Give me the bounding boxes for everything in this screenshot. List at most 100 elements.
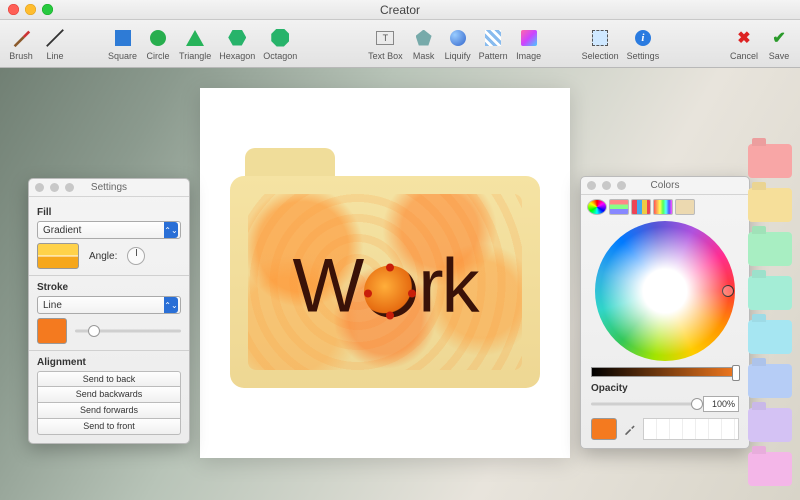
folder-swatch-magenta[interactable]	[748, 452, 792, 486]
textbox-tool[interactable]: T Text Box	[368, 27, 403, 61]
image-tool-label: Image	[516, 51, 541, 61]
fill-section-label: Fill	[37, 207, 181, 218]
color-wheel-cursor[interactable]	[722, 285, 734, 297]
workspace: Wrk Settings Fill Gradient ⌃⌄	[0, 68, 800, 500]
send-to-front-button[interactable]: Send to front	[37, 419, 181, 435]
save-icon: ✔	[771, 30, 787, 46]
angle-knob[interactable]	[127, 247, 145, 265]
color-wheel-tab[interactable]	[587, 199, 607, 215]
cancel-button[interactable]: ✖ Cancel	[730, 27, 758, 61]
folder-swatch-pink[interactable]	[748, 144, 792, 178]
alignment-section-label: Alignment	[37, 357, 181, 368]
send-backwards-button[interactable]: Send backwards	[37, 387, 181, 403]
settings-tool[interactable]: i Settings	[627, 27, 660, 61]
liquify-icon	[450, 30, 466, 46]
triangle-tool[interactable]: Triangle	[179, 27, 211, 61]
folder-body: Wrk	[230, 176, 540, 388]
selection-tool-label: Selection	[582, 51, 619, 61]
main-toolbar: Brush Line Square Circle Triangle Hexago…	[0, 20, 800, 68]
fill-mode-select[interactable]: Gradient ⌃⌄	[37, 221, 181, 239]
hexagon-tool[interactable]: Hexagon	[219, 27, 255, 61]
colors-panel-titlebar[interactable]: Colors	[581, 177, 749, 195]
colors-panel[interactable]: Colors Opacity 100%	[580, 176, 750, 449]
textbox-tool-label: Text Box	[368, 51, 403, 61]
brush-icon	[10, 27, 32, 49]
settings-panel[interactable]: Settings Fill Gradient ⌃⌄ Angle: Stroke …	[28, 178, 190, 444]
liquify-tool[interactable]: Liquify	[445, 27, 471, 61]
slider-track	[591, 403, 697, 406]
brush-tool-label: Brush	[9, 51, 33, 61]
folder-text-prefix: W	[292, 244, 362, 329]
octagon-icon	[271, 29, 289, 47]
opacity-slider[interactable]	[591, 397, 697, 411]
square-tool-label: Square	[108, 51, 137, 61]
eyedropper-icon[interactable]	[623, 422, 637, 436]
settings-panel-title: Settings	[29, 182, 189, 193]
canvas[interactable]: Wrk	[200, 88, 570, 458]
pattern-tool[interactable]: Pattern	[479, 27, 508, 61]
color-crayons-tab[interactable]	[675, 199, 695, 215]
folder-swatch-teal[interactable]	[748, 276, 792, 310]
folder-text-suffix: rk	[418, 244, 477, 329]
stroke-mode-select[interactable]: Line ⌃⌄	[37, 296, 181, 314]
octagon-tool[interactable]: Octagon	[263, 27, 297, 61]
stroke-mode-value: Line	[43, 300, 62, 311]
color-wheel[interactable]	[595, 221, 735, 361]
save-button[interactable]: ✔ Save	[766, 27, 792, 61]
fill-mode-value: Gradient	[43, 225, 81, 236]
colors-panel-title: Colors	[581, 180, 749, 191]
circle-icon	[150, 30, 166, 46]
liquify-tool-label: Liquify	[445, 51, 471, 61]
brightness-slider[interactable]	[591, 367, 739, 377]
folder-text-o-ornament	[364, 266, 416, 318]
folder-color-swatches	[748, 144, 792, 486]
folder-swatch-yellow[interactable]	[748, 188, 792, 222]
folder-artwork[interactable]: Wrk	[230, 148, 540, 388]
chevron-updown-icon: ⌃⌄	[164, 222, 178, 238]
square-icon	[115, 30, 131, 46]
info-icon: i	[635, 30, 651, 46]
textbox-icon: T	[376, 31, 394, 45]
pattern-tool-label: Pattern	[479, 51, 508, 61]
opacity-field[interactable]: 100%	[703, 396, 739, 412]
folder-swatch-purple[interactable]	[748, 408, 792, 442]
square-tool[interactable]: Square	[108, 27, 137, 61]
stroke-color-swatch[interactable]	[37, 318, 67, 344]
folder-swatch-green[interactable]	[748, 232, 792, 266]
gradient-swatch[interactable]	[37, 243, 79, 269]
color-palette-tab[interactable]	[631, 199, 651, 215]
color-sliders-tab[interactable]	[609, 199, 629, 215]
selection-icon	[592, 30, 608, 46]
color-spectrum-tab[interactable]	[653, 199, 673, 215]
mask-tool[interactable]: Mask	[411, 27, 437, 61]
folder-text[interactable]: Wrk	[230, 243, 540, 330]
folder-swatch-blue[interactable]	[748, 364, 792, 398]
hexagon-tool-label: Hexagon	[219, 51, 255, 61]
folder-swatch-cyan[interactable]	[748, 320, 792, 354]
current-color-swatch[interactable]	[591, 418, 617, 440]
brush-tool[interactable]: Brush	[8, 27, 34, 61]
image-tool[interactable]: Image	[516, 27, 542, 61]
color-wells[interactable]	[643, 418, 739, 440]
cancel-button-label: Cancel	[730, 51, 758, 61]
circle-tool[interactable]: Circle	[145, 27, 171, 61]
brightness-slider-thumb[interactable]	[732, 365, 740, 381]
line-tool-label: Line	[46, 51, 63, 61]
line-tool[interactable]: Line	[42, 27, 68, 61]
save-button-label: Save	[769, 51, 790, 61]
window-title: Creator	[0, 3, 800, 17]
angle-label: Angle:	[89, 251, 117, 262]
slider-thumb[interactable]	[691, 398, 703, 410]
line-icon	[44, 27, 66, 49]
circle-tool-label: Circle	[147, 51, 170, 61]
settings-panel-titlebar[interactable]: Settings	[29, 179, 189, 197]
send-forwards-button[interactable]: Send forwards	[37, 403, 181, 419]
stroke-section-label: Stroke	[37, 282, 181, 293]
pattern-icon	[485, 30, 501, 46]
stroke-width-slider[interactable]	[75, 324, 181, 338]
window-titlebar: Creator	[0, 0, 800, 20]
selection-tool[interactable]: Selection	[582, 27, 619, 61]
mask-icon	[416, 30, 432, 46]
slider-thumb[interactable]	[88, 325, 100, 337]
send-to-back-button[interactable]: Send to back	[37, 371, 181, 387]
